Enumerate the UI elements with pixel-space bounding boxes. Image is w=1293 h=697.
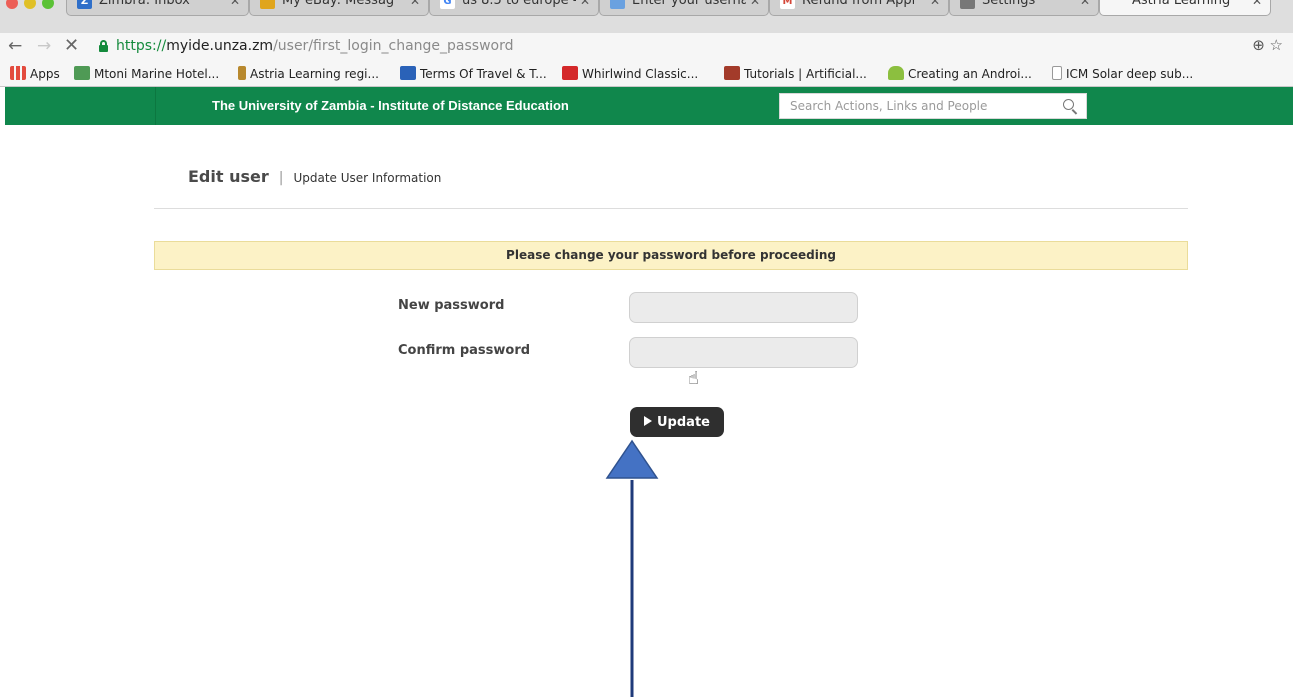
close-window-icon[interactable]: [6, 0, 18, 9]
bookmark-item[interactable]: Mtoni Marine Hotel...: [74, 65, 219, 83]
bookmark-item[interactable]: ICM Solar deep sub...: [1052, 65, 1193, 83]
bookmark-item[interactable]: Tutorials | Artificial...: [724, 65, 867, 83]
browser-tab[interactable]: Z Zimbra: Inbox ✕: [66, 0, 249, 16]
site-header: The University of Zambia - Institute of …: [5, 87, 1293, 125]
url-path: /user/first_login_change_password: [273, 38, 514, 54]
google-favicon-icon: G: [440, 0, 455, 9]
page-icon: [1052, 66, 1062, 80]
gmail-favicon-icon: M: [780, 0, 795, 9]
translate-icon[interactable]: ⊕: [1252, 36, 1265, 54]
browser-tab[interactable]: My eBay: Messag ✕: [249, 0, 429, 16]
bookmark-favicon-icon: [238, 66, 246, 80]
hand-cursor-icon: ☝: [688, 368, 699, 389]
bookmark-item[interactable]: Creating an Androi...: [888, 65, 1032, 83]
page-subtitle: Update User Information: [293, 171, 442, 185]
minimize-window-icon[interactable]: [24, 0, 36, 9]
url-text[interactable]: https://myide.unza.zm/user/first_login_c…: [116, 38, 513, 54]
confirm-password-field[interactable]: [629, 337, 858, 368]
new-password-label: New password: [398, 298, 505, 313]
ebay-favicon-icon: [260, 0, 275, 9]
tab-close-icon[interactable]: ✕: [410, 0, 420, 14]
search-box: [779, 93, 1087, 119]
page-heading: Edit user | Update User Information: [188, 167, 441, 186]
zoom-window-icon[interactable]: [42, 0, 54, 9]
map-icon: [74, 66, 90, 80]
bookmark-item[interactable]: Terms Of Travel & T...: [400, 65, 547, 83]
back-arrow-icon[interactable]: ←: [8, 35, 22, 57]
address-bar-actions: ⊕ ☆: [1252, 36, 1283, 54]
tab-close-icon[interactable]: ✕: [750, 0, 760, 14]
site-title[interactable]: The University of Zambia - Institute of …: [212, 98, 569, 113]
bookmark-star-icon[interactable]: ☆: [1270, 36, 1283, 54]
lock-icon: [99, 40, 108, 52]
stop-loading-icon[interactable]: ✕: [64, 35, 79, 57]
tab-close-icon[interactable]: ✕: [1252, 0, 1262, 14]
bookmark-label: Astria Learning regi...: [250, 67, 379, 81]
apps-grid-icon: [10, 66, 26, 80]
forward-arrow-icon[interactable]: →: [37, 35, 51, 57]
bookmark-label: Mtoni Marine Hotel...: [94, 67, 220, 81]
bookmark-label: Creating an Androi...: [908, 67, 1032, 81]
heading-divider: [154, 208, 1188, 209]
browser-tab[interactable]: Settings ✕: [949, 0, 1099, 16]
play-icon: [644, 415, 652, 426]
tab-title: My eBay: Messag: [282, 0, 395, 8]
bookmark-favicon-icon: [400, 66, 416, 80]
tab-close-icon[interactable]: ✕: [1080, 0, 1090, 14]
tab-close-icon[interactable]: ✕: [930, 0, 940, 14]
bookmarks-bar: Apps Mtoni Marine Hotel... Astria Learni…: [0, 61, 1293, 87]
bookmark-item[interactable]: Whirlwind Classic...: [562, 65, 698, 83]
browser-tab-strip: Z Zimbra: Inbox ✕ My eBay: Messag ✕ G us…: [0, 0, 1293, 33]
address-bar: ← → ✕ https://myide.unza.zm/user/first_l…: [0, 33, 1293, 61]
tab-close-icon[interactable]: ✕: [580, 0, 590, 14]
bookmark-apps[interactable]: Apps: [10, 65, 60, 83]
bookmark-item[interactable]: Astria Learning regi...: [238, 65, 379, 83]
bookmark-label: Whirlwind Classic...: [582, 67, 699, 81]
update-button-label: Update: [657, 414, 710, 430]
puma-logo-icon: [562, 66, 578, 80]
bookmark-favicon-icon: [724, 66, 740, 80]
url-host: myide.unza.zm: [166, 38, 274, 54]
page-title: Edit user: [188, 167, 269, 186]
header-divider: [155, 87, 156, 125]
heading-separator: |: [278, 170, 284, 186]
zimbra-favicon-icon: Z: [77, 0, 92, 9]
browser-tab-active[interactable]: Astria Learning ✕: [1099, 0, 1271, 16]
tab-title: Refund from Appl: [802, 0, 916, 8]
browser-tab[interactable]: Enter your usernam ✕: [599, 0, 769, 16]
url-scheme: https://: [116, 38, 167, 54]
page-favicon-icon: [610, 0, 625, 9]
gear-icon: [960, 0, 975, 9]
tab-title: us 8.5 to europe -: [462, 0, 576, 8]
update-button[interactable]: Update: [630, 407, 724, 437]
annotation-arrow-head: [605, 439, 659, 479]
search-icon[interactable]: [1063, 99, 1074, 110]
bookmark-label: ICM Solar deep sub...: [1066, 67, 1194, 81]
confirm-password-label: Confirm password: [398, 343, 531, 358]
password-notice-banner: Please change your password before proce…: [154, 241, 1188, 270]
tab-title: Enter your usernam: [632, 0, 746, 8]
bookmark-label: Tutorials | Artificial...: [744, 67, 867, 81]
tab-close-icon[interactable]: ✕: [230, 0, 240, 14]
tab-title: Settings: [982, 0, 1036, 8]
bookmark-label: Apps: [30, 67, 60, 81]
window-controls: [6, 0, 60, 13]
browser-tab[interactable]: G us 8.5 to europe - ✕: [429, 0, 599, 16]
new-password-field[interactable]: [629, 292, 858, 323]
browser-tab[interactable]: M Refund from Appl ✕: [769, 0, 949, 16]
tab-title: Zimbra: Inbox: [99, 0, 190, 8]
url-field[interactable]: https://myide.unza.zm/user/first_login_c…: [92, 36, 1250, 58]
android-icon: [888, 66, 904, 80]
bookmark-label: Terms Of Travel & T...: [420, 67, 547, 81]
tab-title: Astria Learning: [1132, 0, 1231, 8]
search-input[interactable]: [780, 94, 1050, 118]
